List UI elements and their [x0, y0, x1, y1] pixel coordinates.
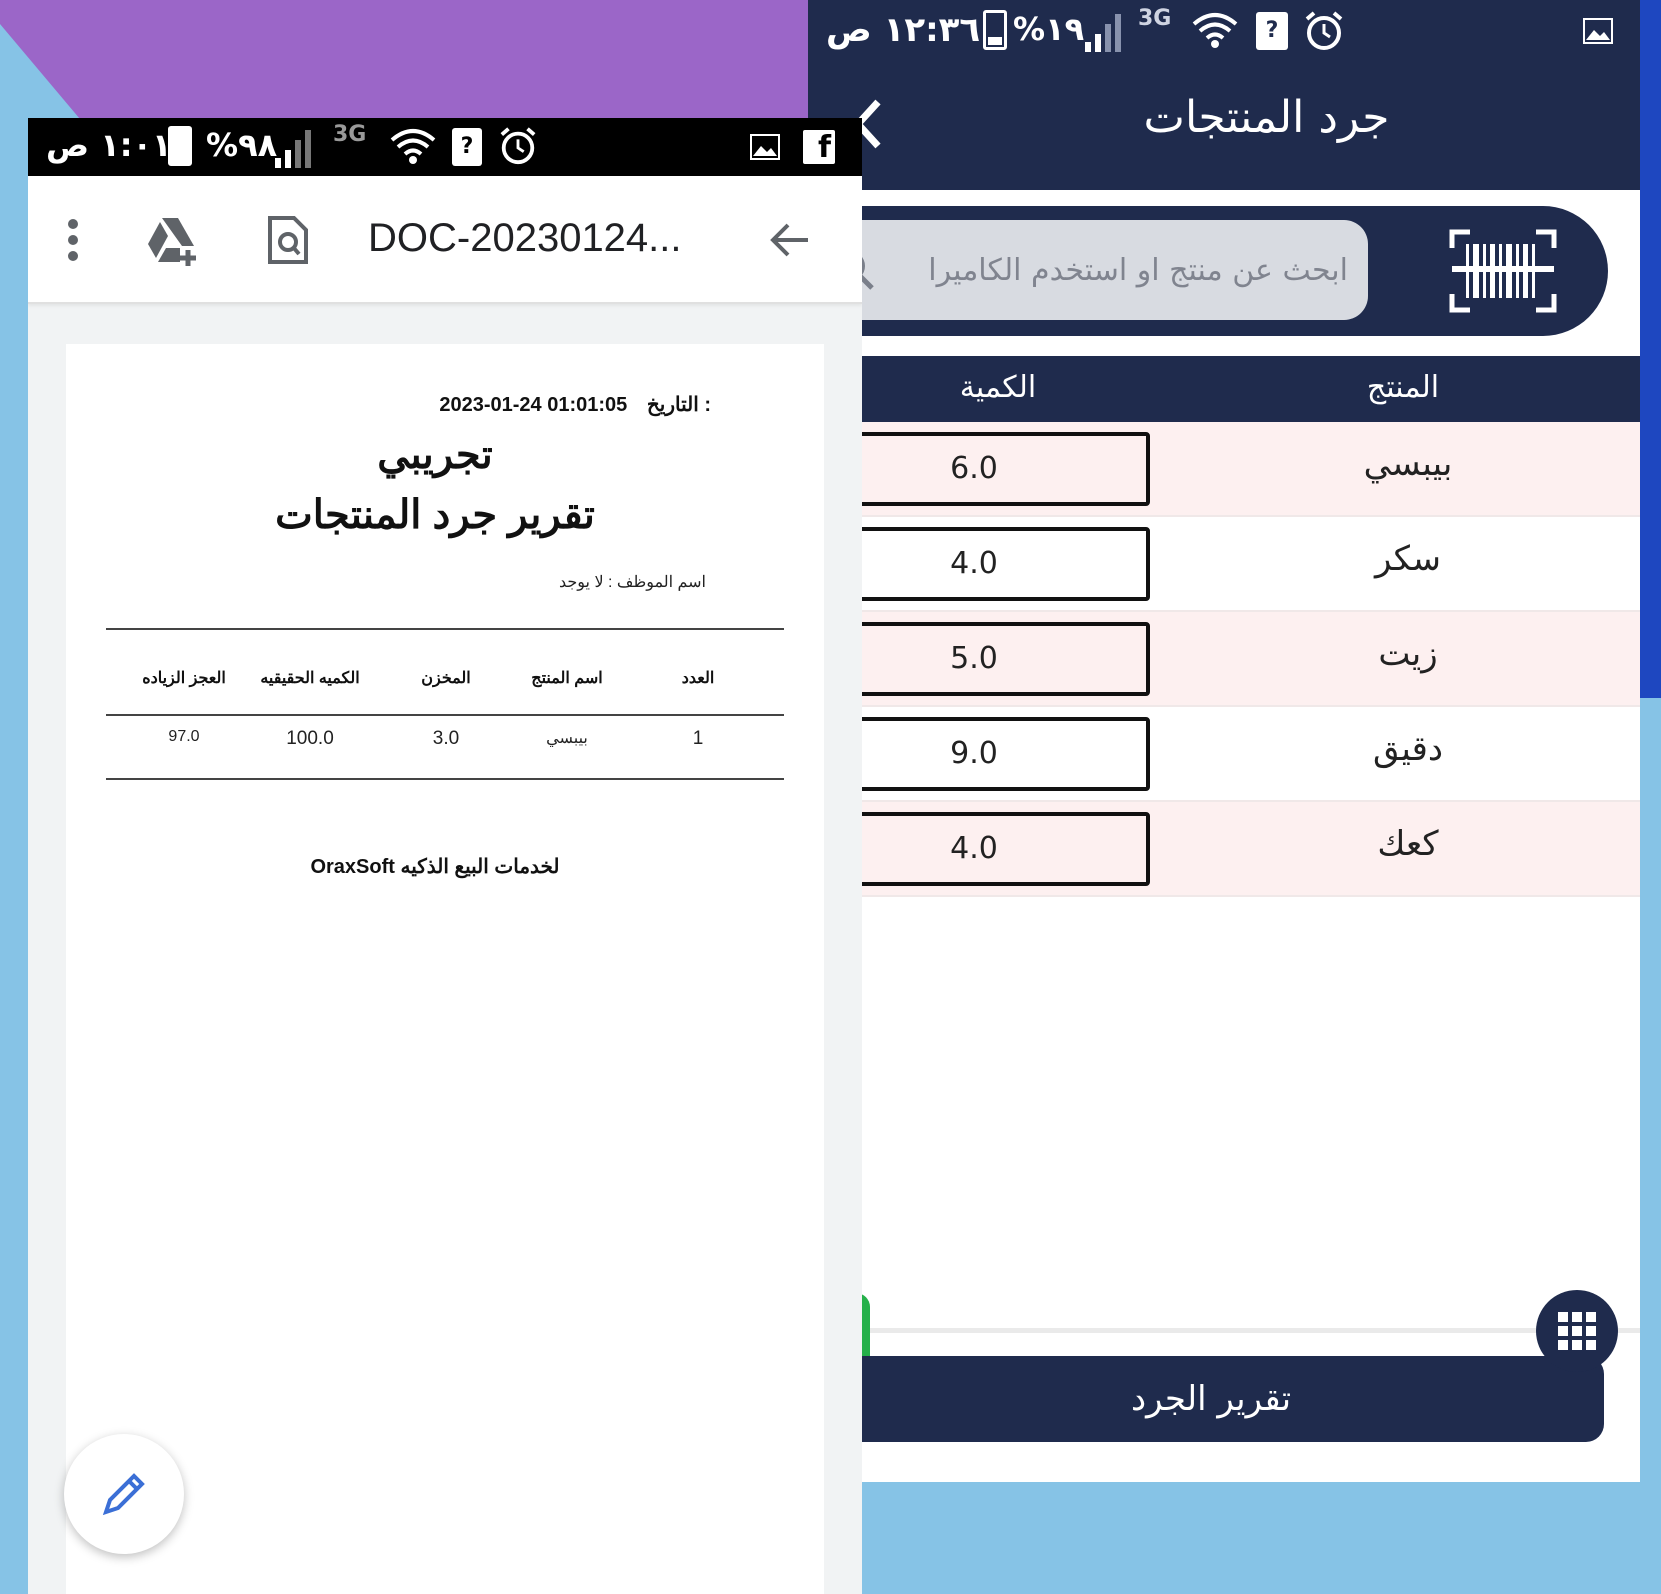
wifi-icon	[390, 129, 436, 164]
edit-button[interactable]	[64, 1434, 184, 1554]
find-in-document-icon[interactable]	[266, 214, 310, 266]
divider	[808, 1328, 1640, 1333]
divider	[106, 714, 784, 716]
column-header-diff: العجز الزياده	[142, 670, 226, 687]
page-title: جرد المنتجات	[1143, 92, 1390, 143]
column-header-product-name: اسم المنتج	[531, 670, 603, 687]
signal-icon	[1085, 14, 1121, 52]
alarm-icon	[1305, 11, 1343, 50]
column-header-quantity: الكمية	[959, 370, 1037, 405]
status-time: ١:٠١ ص	[46, 126, 172, 164]
date-label: التاريخ :	[646, 394, 711, 416]
signal-icon	[275, 130, 311, 168]
inventory-app-screen: ١٢:٣٦ ص %١٩ 3G ? جرد المنتجات ابحث عن من…	[808, 0, 1640, 1482]
grid-icon	[1558, 1312, 1596, 1350]
column-header-actual-qty: الكميه الحقيقيه	[260, 670, 360, 687]
network-type: 3G	[1138, 6, 1172, 31]
status-time: ١٢:٣٦ ص	[826, 10, 981, 50]
report-title: تقرير جرد المنتجات	[275, 493, 595, 537]
search-bar-container	[808, 206, 1608, 336]
search-input[interactable]	[888, 240, 1348, 300]
table-row: 9.0 دقيق	[808, 707, 1640, 802]
table-row: 4.0 سكر	[808, 517, 1640, 612]
cell-actual-qty: 100.0	[286, 728, 334, 749]
background-bottom	[860, 1480, 1661, 1594]
battery-icon	[168, 126, 192, 166]
background-left	[0, 0, 30, 1594]
cell-index: 1	[692, 728, 704, 749]
gallery-icon	[1583, 18, 1613, 44]
sim-icon: ?	[1256, 12, 1288, 50]
search-box[interactable]	[808, 220, 1368, 320]
app-bar: جرد المنتجات	[808, 64, 1640, 190]
app-bar: DOC-20230124...	[28, 176, 862, 304]
barcode-scan-icon[interactable]	[1448, 228, 1558, 314]
table-header: الكمية المنتج	[808, 356, 1640, 422]
inventory-report-button[interactable]: تقرير الجرد	[808, 1356, 1604, 1442]
document-viewer-screen: ١:٠١ ص %٩٨ 3G ? f DOC-20230124... 2023-0…	[28, 118, 862, 1594]
more-options-icon[interactable]	[66, 218, 80, 262]
cell-diff: 97.0	[168, 728, 200, 745]
cell-product-name: بيبسي	[546, 730, 588, 747]
battery-percent: %١٩	[1013, 10, 1085, 48]
product-name: دقيق	[1372, 729, 1443, 769]
employee-name: اسم الموظف : لا يوجد	[559, 574, 706, 591]
pencil-icon	[102, 1473, 145, 1516]
menu-grid-button[interactable]	[1536, 1290, 1618, 1372]
column-header-index: العدد	[681, 670, 715, 687]
divider	[106, 628, 784, 630]
product-name: كعك	[1377, 824, 1439, 864]
report-date: 2023-01-24 01:01:05 التاريخ :	[66, 392, 711, 417]
table-row: 6.0 بيبسي	[808, 422, 1640, 517]
column-header-stock: المخزن	[421, 670, 471, 687]
date-value: 2023-01-24 01:01:05	[439, 394, 628, 416]
facebook-icon: f	[803, 130, 835, 165]
document-page: 2023-01-24 01:01:05 التاريخ : تجريبي تقر…	[66, 344, 824, 1594]
background-blue-strip	[1640, 0, 1661, 698]
gallery-icon	[750, 134, 780, 160]
background-purple	[0, 0, 808, 120]
battery-percent: %٩٨	[206, 126, 278, 164]
add-to-drive-icon[interactable]	[146, 214, 202, 266]
product-name: سكر	[1374, 539, 1442, 579]
network-type: 3G	[333, 122, 367, 147]
back-arrow-icon[interactable]	[768, 220, 812, 260]
product-name: بيبسي	[1363, 444, 1453, 484]
wifi-icon	[1192, 13, 1238, 48]
product-table: 6.0 بيبسي 4.0 سكر 5.0 زيت 9.0 دقيق 4.0 ك…	[808, 422, 1640, 897]
status-bar: ١:٠١ ص %٩٨ 3G ? f	[28, 118, 862, 176]
column-header-product: المنتج	[1366, 370, 1440, 405]
alarm-icon	[500, 127, 536, 165]
status-bar: ١٢:٣٦ ص %١٩ 3G ?	[808, 0, 1640, 64]
cell-stock: 3.0	[432, 728, 460, 749]
battery-icon	[983, 10, 1007, 50]
company-name: تجريبي	[377, 433, 493, 477]
divider	[106, 778, 784, 780]
table-row: 5.0 زيت	[808, 612, 1640, 707]
table-row: 4.0 كعك	[808, 802, 1640, 897]
document-title: DOC-20230124...	[368, 216, 682, 260]
document-footer: OraxSoft لخدمات البيع الذكيه	[310, 856, 560, 878]
product-name: زيت	[1378, 634, 1438, 674]
sim-icon: ?	[452, 128, 482, 166]
